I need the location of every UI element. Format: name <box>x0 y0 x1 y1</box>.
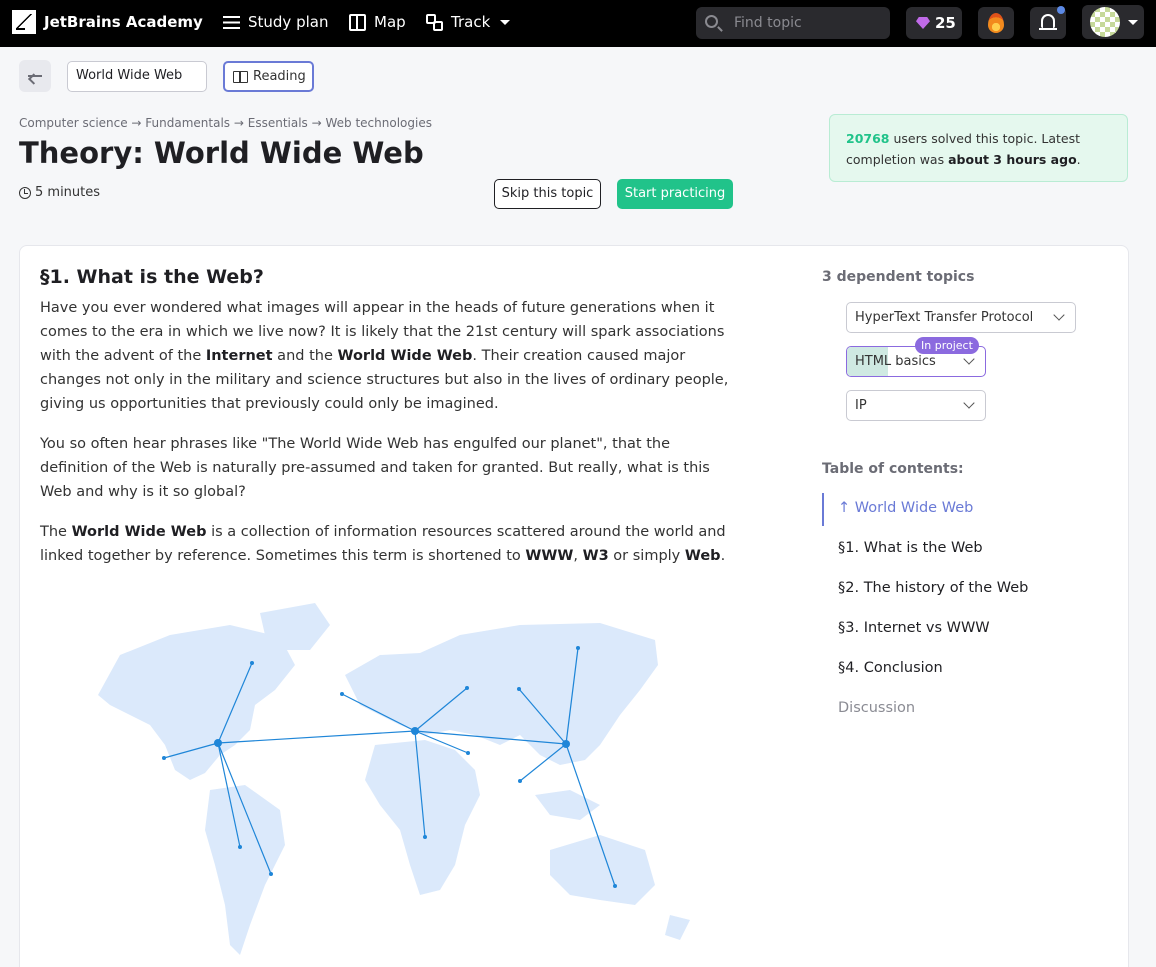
profile-menu[interactable] <box>1082 5 1144 39</box>
toc-title: Table of contents: <box>822 461 964 477</box>
skip-topic-button[interactable]: Skip this topic <box>494 179 601 209</box>
bell-icon <box>1039 14 1057 30</box>
gems-count: 25 <box>935 14 956 32</box>
page-title: Theory: World Wide Web <box>19 136 424 170</box>
start-practicing-button[interactable]: Start practicing <box>617 179 733 209</box>
chevron-down-icon <box>963 353 975 365</box>
gems-counter[interactable]: 25 <box>906 7 962 39</box>
dependent-topic-label: HyperText Transfer Protocol <box>855 310 1034 325</box>
nav-map-label: Map <box>374 13 406 31</box>
toc-active-indicator <box>822 493 824 526</box>
toc-item-section-1[interactable]: §1. What is the Web <box>838 540 983 556</box>
nav-track[interactable]: Track <box>426 13 511 31</box>
reading-label: Reading <box>253 69 306 84</box>
text-bold: Web <box>684 548 721 564</box>
search-icon <box>705 15 718 28</box>
section-title: §1. What is the Web? <box>40 266 264 288</box>
reading-time-label: 5 minutes <box>35 185 101 200</box>
notification-dot <box>1057 6 1065 14</box>
book-icon <box>233 70 248 83</box>
caret-down-icon <box>1128 20 1138 25</box>
arrow-left-icon <box>28 75 42 77</box>
paragraph-1: Have you ever wondered what images will … <box>40 296 740 416</box>
search-input[interactable] <box>734 13 879 33</box>
caret-down-icon <box>500 19 511 25</box>
map-icon <box>349 13 366 31</box>
latest-completion: about 3 hours ago <box>948 152 1077 167</box>
text: The <box>40 524 72 540</box>
reading-mode-button[interactable]: Reading <box>223 61 314 92</box>
text-bold: Internet <box>205 348 273 364</box>
jetbrains-logo-icon[interactable] <box>12 10 36 34</box>
nav-track-label: Track <box>451 13 491 31</box>
dependent-topic-http[interactable]: HyperText Transfer Protocol <box>846 302 1076 333</box>
solved-text-end: . <box>1076 152 1081 167</box>
breadcrumb[interactable]: Computer science → Fundamentals → Essent… <box>19 116 432 130</box>
in-project-badge: In project <box>915 337 979 354</box>
text: . <box>720 548 726 564</box>
top-navbar: JetBrains Academy Study plan Map Track 2… <box>0 0 1156 47</box>
text-bold: World Wide Web <box>337 348 473 364</box>
topic-search[interactable] <box>696 7 890 39</box>
paragraph-3: The World Wide Web is a collection of in… <box>40 520 740 568</box>
chevron-down-icon <box>1053 309 1065 321</box>
text: or simply <box>608 548 685 564</box>
text-bold: World Wide Web <box>71 524 207 540</box>
list-icon <box>223 14 240 31</box>
toc-item-section-2[interactable]: §2. The history of the Web <box>838 580 1028 596</box>
text-bold: W3 <box>582 548 609 564</box>
solved-count: 20768 <box>846 131 890 146</box>
text: , <box>573 548 583 564</box>
streak-button[interactable] <box>978 7 1014 39</box>
solved-stats-banner: 20768 users solved this topic. Latest co… <box>829 114 1128 182</box>
gem-icon <box>916 17 930 29</box>
reading-time: 5 minutes <box>19 185 100 200</box>
dependent-topics-title: 3 dependent topics <box>822 269 975 285</box>
text: and the <box>272 348 338 364</box>
dependent-topic-ip[interactable]: IP <box>846 390 986 421</box>
dependent-topic-label: IP <box>855 398 867 413</box>
nav-study-plan[interactable]: Study plan <box>223 13 328 31</box>
continents <box>98 603 690 955</box>
topic-name-field[interactable]: World Wide Web <box>67 61 207 92</box>
toc-item-discussion[interactable]: Discussion <box>838 700 915 716</box>
nav-map[interactable]: Map <box>349 13 406 31</box>
brand-name[interactable]: JetBrains Academy <box>44 13 203 31</box>
toc-item-section-4[interactable]: §4. Conclusion <box>838 660 943 676</box>
track-icon <box>426 13 443 31</box>
paragraph-2: You so often hear phrases like "The Worl… <box>40 436 710 500</box>
back-button[interactable] <box>19 60 51 92</box>
toc-item-section-3[interactable]: §3. Internet vs WWW <box>838 620 990 636</box>
clock-icon <box>19 186 31 199</box>
chevron-down-icon <box>963 397 975 409</box>
avatar <box>1090 7 1120 37</box>
fire-icon <box>988 13 1004 33</box>
nav-study-plan-label: Study plan <box>248 13 329 31</box>
text-bold: WWW <box>525 548 574 564</box>
dependent-topic-label: HTML basics <box>855 354 936 369</box>
world-network-illustration <box>98 603 690 955</box>
toc-item-top[interactable]: ↑ World Wide Web <box>838 500 973 516</box>
